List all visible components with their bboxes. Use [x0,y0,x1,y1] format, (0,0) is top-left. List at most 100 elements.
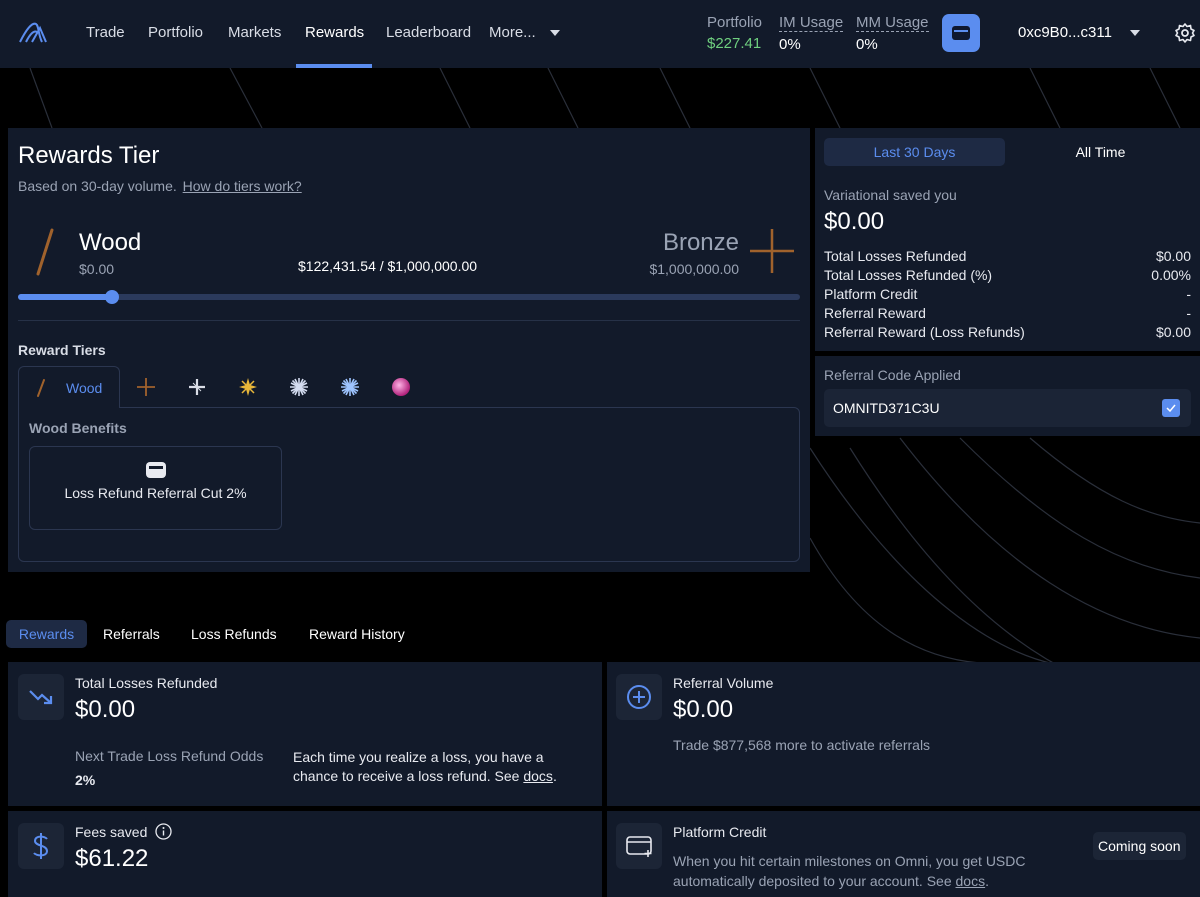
nav-markets[interactable]: Markets [228,0,281,68]
row-value: - [1186,305,1191,321]
mm-usage-stat[interactable]: MM Usage 0% [856,14,929,53]
card-title: Total Losses Refunded [75,675,218,691]
row-value: - [1186,286,1191,302]
info-icon[interactable] [155,823,172,840]
desc-line-2: chance to receive a loss refund. See doc… [293,767,557,786]
benefits-title: Wood Benefits [29,420,127,436]
rewards-tier-panel: Rewards Tier Based on 30-day volume. How… [8,128,810,572]
card-value: $0.00 [673,696,734,723]
credit-card-plus-icon [626,836,652,857]
summary-row: Total Losses Refunded (%) 0.00% [824,267,1191,283]
summary-row: Total Losses Refunded $0.00 [824,248,1191,264]
saved-label: Variational saved you [824,187,957,203]
tab-wood[interactable]: Wood [18,366,120,408]
summary-row: Platform Credit - [824,286,1191,302]
nav-portfolio[interactable]: Portfolio [148,0,203,68]
row-value: 0.00% [1151,267,1191,283]
referral-checkbox[interactable] [1162,399,1180,417]
docs-link[interactable]: docs [523,768,553,784]
how-tiers-work-link[interactable]: How do tiers work? [183,178,302,194]
tab-diamond-icon[interactable] [340,377,360,397]
trend-down-icon-box [18,674,64,720]
tab-reward-history[interactable]: Reward History [309,620,405,648]
row-label: Total Losses Refunded [824,248,967,264]
platform-credit-card: Platform Credit When you hit certain mil… [607,811,1200,897]
summary-row: Referral Reward - [824,305,1191,321]
row-label: Referral Reward (Loss Refunds) [824,324,1025,340]
current-tier-amount: $0.00 [79,261,115,277]
im-usage-stat[interactable]: IM Usage 0% [779,14,844,53]
tab-elite-icon[interactable] [391,377,411,397]
mm-usage-value: 0% [856,36,878,53]
chevron-down-icon[interactable] [549,29,561,37]
nav-more[interactable]: More... [489,0,536,68]
summary-panel: Last 30 Days All Time Variational saved … [815,128,1200,351]
tab-referrals[interactable]: Referrals [103,620,160,648]
wallet-address[interactable]: 0xc9B0...c311 [1018,24,1112,41]
desc-line-2: automatically deposited to your account.… [673,871,1026,891]
logo-icon[interactable] [18,20,48,46]
docs-link[interactable]: docs [956,873,986,889]
wallet-button[interactable] [942,14,980,52]
referral-code-label: Referral Code Applied [824,367,961,383]
progress-fill [18,294,112,300]
tab-bronze-icon[interactable] [136,377,156,397]
top-nav: Trade Portfolio Markets Rewards Leaderbo… [0,0,1200,68]
summary-rows: Total Losses Refunded $0.00 Total Losses … [824,248,1191,348]
card-icon-box [616,823,662,869]
subtitle-text: Based on 30-day volume. [18,178,177,194]
check-icon [1166,404,1176,412]
wallet-icon [952,26,970,40]
nav-rewards[interactable]: Rewards [305,0,364,68]
trend-down-icon [29,690,53,705]
saved-value: $0.00 [824,208,885,235]
tab-silver-icon[interactable] [187,377,207,397]
desc-end: . [985,873,989,889]
card-description: When you hit certain milestones on Omni,… [673,851,1026,891]
row-value: $0.00 [1155,248,1191,264]
active-tab-underline [296,64,372,68]
referral-volume-card: Referral Volume $0.00 Trade $877,568 mor… [607,662,1200,806]
next-tier-amount: $1,000,000.00 [649,261,739,277]
fees-saved-card: Fees saved $61.22 [8,811,602,897]
desc-text: chance to receive a loss refund. See [293,768,520,784]
im-usage-label[interactable]: IM Usage [779,14,844,32]
row-value: $0.00 [1155,324,1191,340]
panel-title: Rewards Tier [18,142,160,169]
referral-code-field[interactable]: OMNITD371C3U [824,389,1191,427]
desc-text: automatically deposited to your account.… [673,873,952,889]
card-title: Referral Volume [673,675,774,691]
referral-code-panel: Referral Code Applied OMNITD371C3U [815,356,1200,436]
mm-usage-label[interactable]: MM Usage [856,14,929,32]
benefit-card: Loss Refund Referral Cut 2% [29,446,282,530]
benefit-label: Loss Refund Referral Cut 2% [64,485,247,501]
row-label: Referral Reward [824,305,926,321]
divider [18,320,800,321]
account-chevron-icon[interactable] [1129,29,1141,37]
wood-icon [37,379,45,397]
plus-circle-icon [627,685,651,709]
referral-code-value: OMNITD371C3U [833,400,940,416]
dollar-icon [33,833,49,859]
odds-value: 2% [75,772,96,788]
tab-loss-refunds[interactable]: Loss Refunds [191,620,277,648]
tab-all-time[interactable]: All Time [1010,138,1191,166]
progress-text: $122,431.54 / $1,000,000.00 [298,258,478,274]
portfolio-stat: Portfolio $227.41 [707,14,762,52]
progress-track [18,290,800,304]
card-value: $0.00 [75,696,136,723]
tab-last-30-days[interactable]: Last 30 Days [824,138,1005,166]
odds-label: Next Trade Loss Refund Odds [75,748,264,764]
row-label: Total Losses Refunded (%) [824,267,993,283]
summary-row: Referral Reward (Loss Refunds) $0.00 [824,324,1191,340]
tab-platinum-icon[interactable] [289,377,309,397]
gear-icon[interactable] [1175,23,1195,43]
next-tier-name: Bronze [662,229,739,256]
nav-trade[interactable]: Trade [86,0,125,68]
card-title: Platform Credit [673,824,767,840]
im-usage-value: 0% [779,36,801,53]
tab-gold-icon[interactable] [238,377,258,397]
losses-description: Each time you realize a loss, you have a… [293,748,557,786]
tab-rewards[interactable]: Rewards [6,620,87,648]
nav-leaderboard[interactable]: Leaderboard [386,0,471,68]
